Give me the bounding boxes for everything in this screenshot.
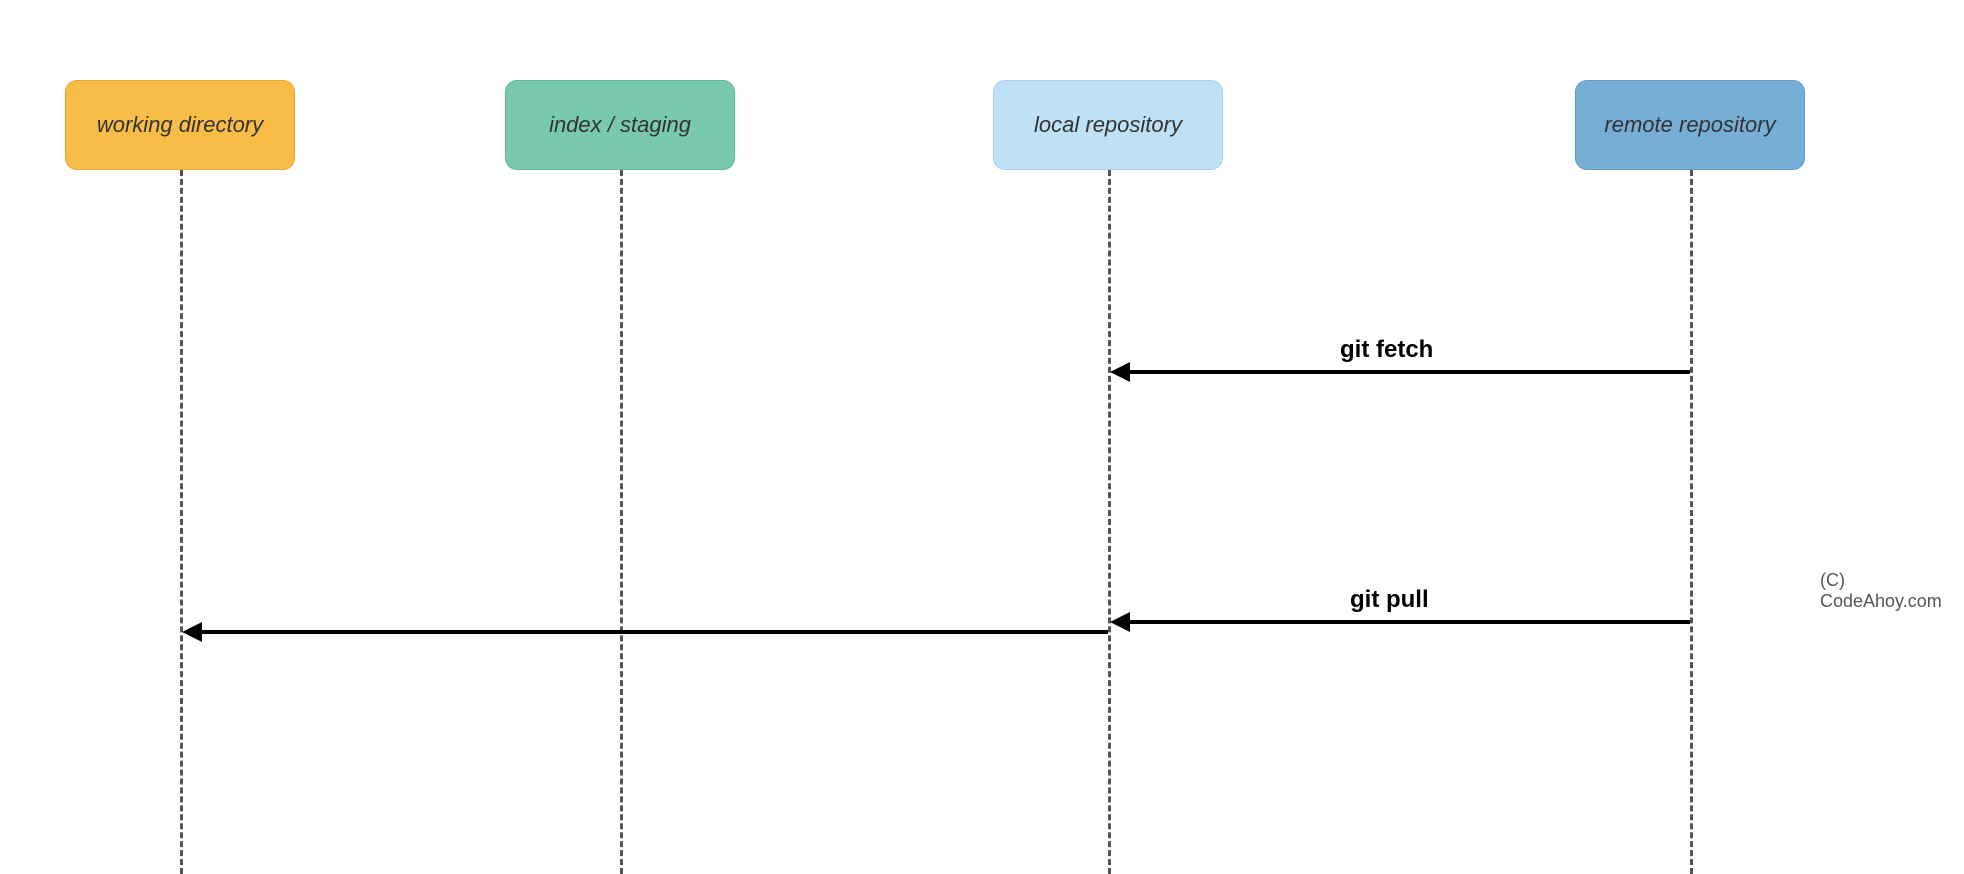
arrow-head-git-fetch bbox=[1110, 362, 1130, 382]
arrow-git-pull-right bbox=[1128, 620, 1690, 624]
lane-local-repository: local repository bbox=[993, 80, 1223, 170]
lane-remote-repository: remote repository bbox=[1575, 80, 1805, 170]
arrow-git-fetch bbox=[1128, 370, 1690, 374]
lane-label: index / staging bbox=[549, 112, 691, 138]
arrow-head-git-pull-left bbox=[182, 622, 202, 642]
lane-label: working directory bbox=[97, 112, 263, 138]
lane-working-directory: working directory bbox=[65, 80, 295, 170]
copyright-text: (C) CodeAhoy.com bbox=[1820, 570, 1964, 612]
lifeline-working bbox=[180, 170, 183, 874]
lane-index-staging: index / staging bbox=[505, 80, 735, 170]
label-git-fetch: git fetch bbox=[1340, 336, 1433, 364]
arrow-git-pull-left bbox=[200, 630, 1108, 634]
lifeline-index bbox=[620, 170, 623, 874]
lifeline-local bbox=[1108, 170, 1111, 874]
lane-label: local repository bbox=[1034, 112, 1182, 138]
lifeline-remote bbox=[1690, 170, 1693, 874]
arrow-head-git-pull-right bbox=[1110, 612, 1130, 632]
label-git-pull: git pull bbox=[1350, 586, 1429, 614]
lane-label: remote repository bbox=[1604, 112, 1775, 138]
